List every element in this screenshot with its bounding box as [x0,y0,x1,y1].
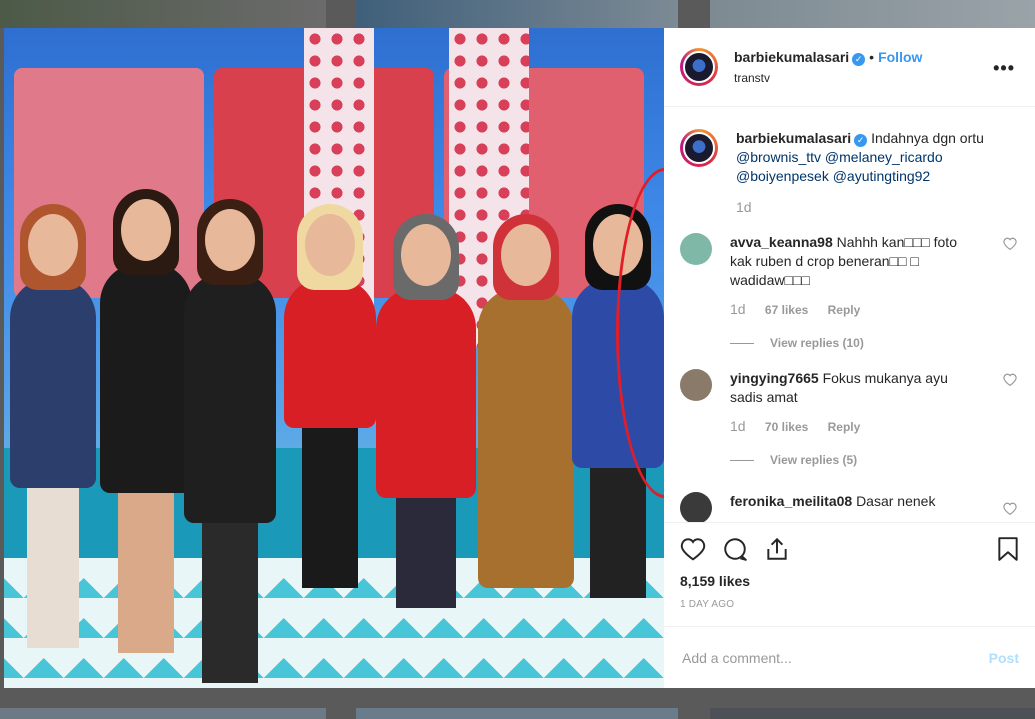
person [100,189,192,653]
commenter-avatar[interactable] [680,369,712,401]
caption-avatar[interactable] [680,129,718,167]
view-replies-label: View replies (10) [770,336,864,350]
comment-time[interactable]: 1d [730,418,746,434]
replies-divider [730,343,754,344]
post-header: barbiekumalasari ✓ • Follow transtv ••• [664,28,1035,107]
share-icon[interactable] [764,536,790,567]
bookmark-icon[interactable] [997,536,1019,567]
mention-link[interactable]: @ayutingting92 [833,168,931,184]
comment-like-heart-icon[interactable] [1003,502,1017,516]
comment-like-heart-icon[interactable] [1003,373,1017,387]
person [376,214,476,608]
view-replies-button[interactable]: View replies (5) [730,451,975,470]
comment-username[interactable]: feronika_meilita08 [730,493,852,509]
view-replies-button[interactable]: View replies (10) [730,334,975,353]
comment-likes[interactable]: 67 likes [765,303,808,317]
comment: feronika_meilita08 Dasar nenek [664,492,1035,522]
likes-count[interactable]: 8,159 likes [664,569,1035,589]
comment-username[interactable]: avva_keanna98 [730,234,833,250]
view-replies-label: View replies (5) [770,453,858,467]
person [478,214,574,588]
mention-link[interactable]: @melaney_ricardo [825,149,943,165]
comment-text: Dasar nenek [856,493,936,509]
person [184,199,276,683]
separator-dot: • [869,49,875,65]
more-options-icon[interactable]: ••• [993,58,1015,79]
mention-link[interactable]: @boiyenpesek [736,168,829,184]
comment: yingying7665 Fokus mukanya ayu sadis ama… [664,369,1035,470]
follow-button[interactable]: Follow [878,49,922,65]
comment-likes[interactable]: 70 likes [765,420,808,434]
verified-icon: ✓ [854,134,868,147]
mention-link[interactable]: @brownis_ttv [736,149,821,165]
caption-username[interactable]: barbiekumalasari [736,130,851,146]
post-comment-button[interactable]: Post [989,650,1019,666]
comment-input[interactable] [680,648,989,667]
background-feed-tile [710,0,1035,28]
caption-text: Indahnya dgn ortu [871,130,984,146]
post-location[interactable]: transtv [734,71,922,85]
post-actions: 8,159 likes 1 DAY AGO [664,522,1035,610]
background-feed-tile [710,708,1035,719]
caption-time[interactable]: 1d [736,198,1016,217]
reply-button[interactable]: Reply [828,420,861,434]
reply-button[interactable]: Reply [828,303,861,317]
post-timestamp[interactable]: 1 DAY AGO [664,589,1035,610]
comments-list[interactable]: barbiekumalasari ✓ Indahnya dgn ortu @bro… [664,107,1035,522]
post-photo[interactable] [4,28,664,688]
person [284,204,376,588]
commenter-avatar[interactable] [680,492,712,522]
comment: avva_keanna98 Nahhh kan□□□ foto kak rube… [664,233,1035,353]
add-comment-bar: Post [664,626,1035,688]
author-username[interactable]: barbiekumalasari [734,49,849,65]
background-feed-tile [356,708,678,719]
background-feed-tile [356,0,678,28]
comment-username[interactable]: yingying7665 [730,370,819,386]
verified-icon: ✓ [852,53,866,66]
person [10,204,96,648]
background-feed-tile [0,708,326,719]
post-sidebar: barbiekumalasari ✓ • Follow transtv ••• bar… [664,28,1035,688]
comment-like-heart-icon[interactable] [1003,237,1017,251]
caption: barbiekumalasari ✓ Indahnya dgn ortu @bro… [664,129,1035,217]
author-avatar[interactable] [680,48,718,86]
post-modal: barbiekumalasari ✓ • Follow transtv ••• bar… [4,28,1035,688]
comment-time[interactable]: 1d [730,301,746,317]
replies-divider [730,460,754,461]
background-feed-tile [0,0,326,28]
comment-icon[interactable] [722,536,748,567]
commenter-avatar[interactable] [680,233,712,265]
heart-icon[interactable] [680,537,706,566]
